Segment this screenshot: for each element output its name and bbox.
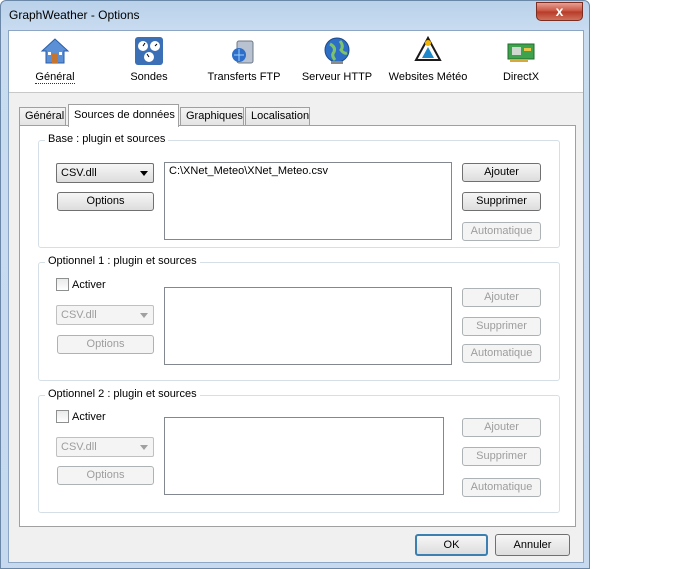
remove-button[interactable]: Supprimer [462, 192, 541, 211]
activate-checkbox[interactable]: Activer [56, 410, 106, 424]
toolbar-label: Transferts FTP [207, 71, 281, 83]
toolbar-label: Sondes [130, 71, 168, 83]
plugin-select-value: CSV.dll [61, 309, 97, 321]
sources-list[interactable]: C:\XNet_Meteo\XNet_Meteo.csv [164, 162, 452, 240]
toolbar-item-general[interactable]: Général [27, 33, 83, 89]
auto-button[interactable]: Automatique [462, 478, 541, 497]
ftp-server-icon [228, 35, 260, 67]
house-icon [39, 35, 71, 67]
plugin-select[interactable]: CSV.dll [56, 163, 154, 183]
tab-sources[interactable]: Sources de données [68, 104, 179, 127]
close-icon: x [555, 3, 564, 19]
toolbar-item-sondes[interactable]: Sondes [121, 33, 177, 89]
plugin-select[interactable]: CSV.dll [56, 305, 154, 325]
auto-button[interactable]: Automatique [462, 222, 541, 241]
tab-graphiques[interactable]: Graphiques [180, 107, 244, 126]
remove-button[interactable]: Supprimer [462, 317, 541, 336]
close-button[interactable]: x [536, 2, 583, 21]
toolbar-item-websites[interactable]: Websites Météo [386, 33, 470, 89]
group-title: Optionnel 2 : plugin et sources [45, 388, 200, 400]
tab-page-sources: Base : plugin et sources CSV.dll Options… [19, 125, 576, 527]
chevron-down-icon [140, 445, 148, 450]
tab-general[interactable]: Général [19, 107, 66, 126]
options-button[interactable]: Options [57, 466, 154, 485]
list-item[interactable]: C:\XNet_Meteo\XNet_Meteo.csv [169, 165, 447, 177]
tab-localisation[interactable]: Localisation [245, 107, 310, 126]
category-toolbar: Général Sondes Transferts FTP Serveur HT… [9, 31, 583, 93]
group-title: Base : plugin et sources [45, 133, 169, 145]
toolbar-label: Serveur HTTP [301, 71, 373, 83]
auto-button[interactable]: Automatique [462, 344, 541, 363]
sources-list[interactable] [164, 287, 452, 365]
group-title: Optionnel 1 : plugin et sources [45, 255, 200, 267]
awekas-logo-icon [412, 35, 444, 67]
group-optional-1: Optionnel 1 : plugin et sources Activer … [38, 255, 560, 381]
checkbox-label: Activer [72, 279, 106, 291]
plugin-select[interactable]: CSV.dll [56, 437, 154, 457]
options-button[interactable]: Options [57, 192, 154, 211]
checkbox-box[interactable] [56, 278, 69, 291]
globe-icon [321, 35, 353, 67]
options-button[interactable]: Options [57, 335, 154, 354]
group-optional-2: Optionnel 2 : plugin et sources Activer … [38, 388, 560, 513]
checkbox-label: Activer [72, 411, 106, 423]
group-base: Base : plugin et sources CSV.dll Options… [38, 133, 560, 248]
add-button[interactable]: Ajouter [462, 163, 541, 182]
chevron-down-icon [140, 171, 148, 176]
toolbar-label: Général [35, 71, 75, 84]
dialog-client-area: Général Sondes Transferts FTP Serveur HT… [8, 30, 584, 563]
toolbar-item-directx[interactable]: DirectX [497, 33, 545, 89]
toolbar-item-ftp[interactable]: Transferts FTP [204, 33, 284, 89]
toolbar-label: DirectX [502, 71, 540, 83]
activate-checkbox[interactable]: Activer [56, 278, 106, 292]
plugin-select-value: CSV.dll [61, 167, 97, 179]
add-button[interactable]: Ajouter [462, 288, 541, 307]
cancel-button[interactable]: Annuler [495, 534, 570, 556]
options-window: GraphWeather - Options x Général Sondes [0, 0, 590, 569]
sources-list[interactable] [164, 417, 444, 495]
chevron-down-icon [140, 313, 148, 318]
checkbox-box[interactable] [56, 410, 69, 423]
ok-button[interactable]: OK [415, 534, 488, 556]
window-title: GraphWeather - Options [9, 8, 140, 22]
toolbar-item-http[interactable]: Serveur HTTP [299, 33, 375, 89]
plugin-select-value: CSV.dll [61, 441, 97, 453]
add-button[interactable]: Ajouter [462, 418, 541, 437]
gauges-icon [133, 35, 165, 67]
toolbar-label: Websites Météo [388, 71, 468, 83]
remove-button[interactable]: Supprimer [462, 447, 541, 466]
graphics-card-icon [505, 35, 537, 67]
